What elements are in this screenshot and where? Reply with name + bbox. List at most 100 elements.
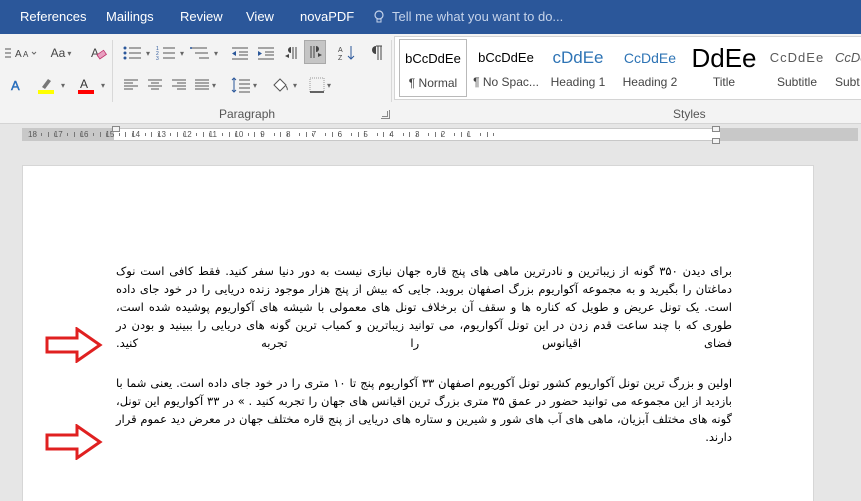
justify-button[interactable]: ▾: [190, 74, 220, 96]
style-normal[interactable]: bCcDdEe ¶ Normal: [399, 39, 467, 97]
ruler-number: 3: [415, 130, 420, 139]
ruler-tick: [73, 132, 75, 137]
document-paragraph-1[interactable]: برای دیدن ۳۵۰ گونه از زیباترین و نادرتری…: [116, 262, 732, 352]
ruler-tick: [228, 132, 230, 137]
ruler-tick: [454, 133, 456, 136]
ruler-tick: [460, 132, 462, 137]
pilcrow-icon: [372, 45, 382, 60]
style-no-spacing[interactable]: bCcDdEe ¶ No Spac...: [471, 39, 541, 97]
ruler-number: 4: [389, 130, 394, 139]
style-name: Title: [712, 75, 736, 89]
highlight-color-swatch: [37, 90, 54, 94]
left-indent-marker[interactable]: [112, 126, 120, 132]
ruler-tick: [273, 133, 275, 136]
decrease-indent-icon: [232, 47, 248, 60]
ruler-tick: [299, 133, 301, 136]
text-effects-button[interactable]: A: [6, 74, 28, 96]
svg-text:A: A: [80, 77, 88, 91]
decrease-indent-button[interactable]: [228, 42, 252, 64]
ruler-tick: [170, 133, 172, 136]
tab-review[interactable]: Review: [180, 0, 223, 34]
paragraph-settings-launcher[interactable]: [381, 110, 390, 119]
red-arrow-icon: [45, 424, 103, 460]
right-indent-marker[interactable]: [712, 126, 720, 132]
style-name: Subtitle: [776, 75, 818, 89]
tell-me-box[interactable]: Tell me what you want to do...: [374, 0, 563, 34]
change-case-button[interactable]: Aa ▾: [46, 42, 76, 64]
font-color-icon: A: [77, 77, 94, 94]
style-name: ¶ Normal: [408, 76, 458, 90]
ruler-tick: [480, 133, 482, 136]
multilevel-list-button[interactable]: ▾: [188, 42, 220, 64]
ruler-tick: [222, 133, 224, 136]
align-right-button[interactable]: [168, 74, 190, 96]
tab-mailings[interactable]: Mailings: [106, 0, 154, 34]
ruler-tick: [99, 132, 101, 137]
change-case-label: Aa: [50, 46, 66, 60]
increase-indent-icon: [258, 47, 274, 60]
ruler-tick: [331, 132, 333, 137]
svg-text:3: 3: [156, 56, 159, 61]
svg-text:A: A: [23, 50, 29, 59]
ruler-tick: [402, 133, 404, 136]
ruler-tick: [247, 133, 249, 136]
line-spacing-button[interactable]: ▾: [228, 74, 260, 96]
ruler-tick: [176, 132, 178, 137]
document-area: برای دیدن ۳۵۰ گونه از زیباترین و نادرتری…: [0, 146, 861, 501]
shading-button[interactable]: ▾: [268, 74, 300, 96]
ruler-number: 1: [466, 130, 472, 139]
ruler-tick: [428, 133, 430, 136]
styles-gallery: bCcDdEe ¶ Normal bCcDdEe ¶ No Spac... cD…: [394, 36, 861, 100]
text-effects-icon: A: [11, 78, 20, 93]
align-left-button[interactable]: [120, 74, 142, 96]
ruler-number: 17: [53, 130, 63, 139]
highlight-button[interactable]: ▾: [36, 74, 66, 96]
style-preview: bCcDdEe: [478, 50, 534, 65]
tab-view[interactable]: View: [246, 0, 274, 34]
style-subtle-emphasis[interactable]: CcDd Subt: [835, 39, 861, 97]
ruler-number: 16: [79, 130, 89, 139]
font-size-dropdown[interactable]: AA: [12, 42, 40, 64]
style-name: Subt: [835, 75, 860, 89]
document-paragraph-2[interactable]: اولین و بزرگ ترین تونل آکواریوم کشور تون…: [116, 374, 732, 446]
increase-indent-button[interactable]: [254, 42, 278, 64]
style-preview: CcDd: [835, 50, 861, 65]
multilevel-list-icon: [189, 47, 209, 59]
rtl-direction-button[interactable]: [304, 40, 326, 64]
ruler-tick: [254, 132, 256, 137]
right-to-left-icon: [310, 46, 322, 58]
sort-button[interactable]: A Z: [336, 42, 358, 64]
first-line-indent-marker[interactable]: [712, 138, 720, 144]
borders-icon: [309, 77, 325, 93]
tab-references[interactable]: References: [20, 0, 86, 34]
ruler-tick: [67, 133, 69, 136]
highlighter-icon: [37, 79, 54, 94]
ruler-number: 10: [234, 130, 244, 139]
ruler-tick: [118, 133, 120, 136]
align-center-button[interactable]: [144, 74, 166, 96]
style-heading-1[interactable]: cDdEe Heading 1: [545, 39, 611, 97]
show-hide-marks-button[interactable]: [366, 42, 388, 64]
group-separator: [391, 40, 392, 102]
ltr-direction-button[interactable]: [282, 42, 302, 64]
style-name: Heading 1: [550, 75, 606, 89]
font-color-button[interactable]: A ▾: [76, 74, 106, 96]
style-subtitle[interactable]: CcDdEe Subtitle: [763, 39, 831, 97]
svg-text:A: A: [11, 78, 20, 93]
bullets-button[interactable]: ▾: [120, 42, 152, 64]
style-title[interactable]: DdEe Title: [689, 39, 759, 97]
style-name: ¶ No Spac...: [473, 75, 539, 89]
svg-text:A: A: [338, 47, 343, 54]
horizontal-ruler[interactable]: 18 17 16 15 14 13 12 11 10 9 8 7 6 5 4 3 2 1: [0, 125, 861, 145]
ruler-number: 14: [131, 130, 141, 139]
numbering-button[interactable]: 1 2 3 ▾: [154, 42, 186, 64]
document-page[interactable]: برای دیدن ۳۵۰ گونه از زیباترین و نادرتری…: [22, 165, 814, 501]
clear-formatting-button[interactable]: A: [88, 42, 110, 64]
red-arrow-icon: [45, 327, 103, 363]
tab-novapdf[interactable]: novaPDF: [300, 0, 354, 34]
style-heading-2[interactable]: CcDdEe Heading 2: [615, 39, 685, 97]
bullets-icon: [123, 46, 141, 60]
borders-button[interactable]: ▾: [304, 74, 336, 96]
group-separator: [112, 40, 113, 102]
ruler-tick: [351, 133, 353, 136]
